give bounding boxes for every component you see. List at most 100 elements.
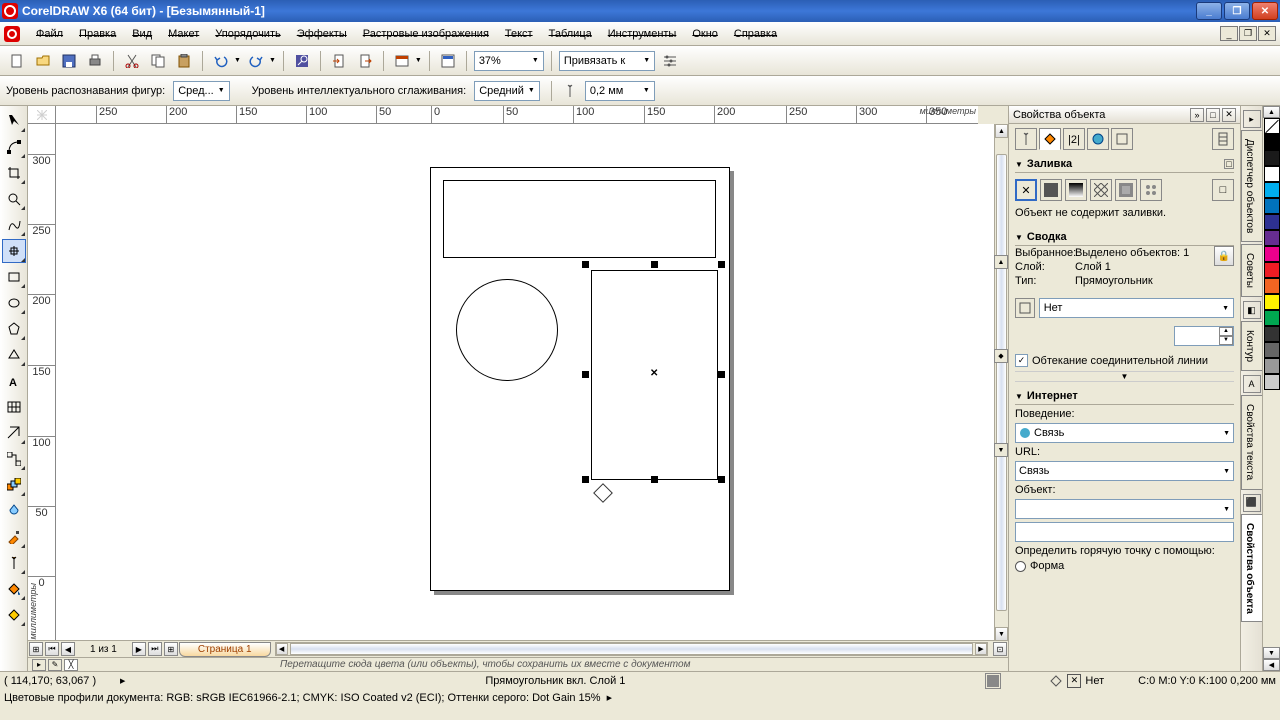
freehand-tool[interactable]	[2, 213, 26, 237]
scroll-left-button[interactable]: ◀	[276, 643, 288, 655]
export-button[interactable]	[354, 50, 376, 72]
options-button[interactable]	[659, 50, 681, 72]
fill-section-options-button[interactable]: □	[1224, 159, 1234, 169]
undo-button[interactable]	[210, 50, 232, 72]
color-swatch[interactable]	[1264, 342, 1280, 358]
search-button[interactable]	[291, 50, 313, 72]
prev-page-button[interactable]: ◀	[61, 642, 75, 656]
polygon-tool[interactable]	[2, 317, 26, 341]
color-swatch[interactable]	[1264, 374, 1280, 390]
navigator-button[interactable]: ⊡	[993, 642, 1007, 656]
no-color-swatch[interactable]	[1264, 118, 1280, 134]
palette-up-button[interactable]: ▲	[1263, 106, 1280, 118]
zoom-level-select[interactable]: 37%▼	[474, 51, 544, 71]
nav-up-icon[interactable]: ▲	[994, 255, 1008, 269]
wrap-offset-spinner[interactable]: ▲▼	[1174, 326, 1234, 346]
color-swatch[interactable]	[1264, 326, 1280, 342]
palette-no-color[interactable]: ╳	[64, 659, 78, 671]
palette-flyout-button[interactable]: ◀	[1263, 659, 1280, 671]
transparency-tool[interactable]	[2, 499, 26, 523]
color-swatch[interactable]	[1264, 214, 1280, 230]
text-tool[interactable]: A	[2, 369, 26, 393]
save-button[interactable]	[58, 50, 80, 72]
connector-tool[interactable]	[2, 447, 26, 471]
lock-button[interactable]: 🔒	[1214, 246, 1234, 266]
frame-tab[interactable]	[1111, 128, 1133, 150]
no-fill-button[interactable]: ✕	[1015, 179, 1037, 201]
character-tab[interactable]: |2|	[1063, 128, 1085, 150]
text-props-tab[interactable]: Свойства текста	[1241, 395, 1262, 489]
open-button[interactable]	[32, 50, 54, 72]
scroll-right-button[interactable]: ▶	[975, 643, 987, 655]
scroll-down-button[interactable]: ▼	[995, 627, 1008, 641]
redo-dropdown-icon[interactable]: ▼	[269, 57, 276, 64]
page-tab[interactable]: Страница 1	[179, 642, 271, 657]
close-button[interactable]: ✕	[1252, 2, 1278, 20]
color-swatch[interactable]	[1264, 358, 1280, 374]
import-button[interactable]	[328, 50, 350, 72]
basic-shapes-tool[interactable]	[2, 343, 26, 367]
summary-toggle-icon[interactable]: ▼	[1015, 233, 1023, 242]
selection-handle[interactable]	[582, 476, 589, 483]
postscript-fill-button[interactable]	[1140, 179, 1162, 201]
color-swatch[interactable]	[1264, 262, 1280, 278]
docker-tab-arrow-icon[interactable]: ▸	[1243, 110, 1261, 128]
shape-ellipse[interactable]	[456, 279, 558, 381]
next-page-button[interactable]: ▶	[132, 642, 146, 656]
wrap-style-select[interactable]: Нет▼	[1039, 298, 1234, 318]
color-swatch[interactable]	[1264, 182, 1280, 198]
section-collapse-button[interactable]: ▼	[1015, 371, 1234, 382]
app-menu-icon[interactable]	[4, 26, 20, 42]
shape-rectangle-1[interactable]	[443, 180, 716, 258]
object-props-tab[interactable]: Свойства объекта	[1241, 514, 1262, 623]
last-page-button[interactable]: ⏭	[148, 642, 162, 656]
eyedropper-tool[interactable]	[2, 525, 26, 549]
texture-fill-button[interactable]	[1115, 179, 1137, 201]
docker-expand-button[interactable]: »	[1190, 108, 1204, 122]
fill-section-toggle-icon[interactable]: ▼	[1015, 160, 1023, 169]
color-swatch[interactable]	[1264, 134, 1280, 150]
wrap-connector-checkbox[interactable]: ✓	[1015, 354, 1028, 367]
docker-maximize-button[interactable]: □	[1206, 108, 1220, 122]
menu-arrange[interactable]: Упорядочить	[207, 25, 288, 43]
menu-edit[interactable]: Правка	[71, 25, 124, 43]
fill-tab[interactable]	[1039, 128, 1061, 150]
shape-recog-select[interactable]: Сред...▼	[173, 81, 229, 101]
shape-radio[interactable]	[1015, 561, 1026, 572]
rectangle-tool[interactable]	[2, 265, 26, 289]
crop-tool[interactable]	[2, 161, 26, 185]
uniform-fill-button[interactable]	[1040, 179, 1062, 201]
publish-dropdown-icon[interactable]: ▼	[415, 57, 422, 64]
color-proof-button[interactable]	[985, 673, 1001, 689]
outline-docker-tab[interactable]: Контур	[1241, 321, 1262, 371]
nav-down-icon[interactable]: ▼	[994, 443, 1008, 457]
menu-view[interactable]: Вид	[124, 25, 160, 43]
color-swatch[interactable]	[1264, 310, 1280, 326]
table-tool[interactable]	[2, 395, 26, 419]
profile-menu-icon[interactable]: ▶	[607, 694, 612, 702]
selection-handle[interactable]	[718, 476, 725, 483]
dimension-tool[interactable]	[2, 421, 26, 445]
object-select[interactable]: ▼	[1015, 499, 1234, 519]
smooth-select[interactable]: Средний▼	[474, 81, 540, 101]
copy-button[interactable]	[147, 50, 169, 72]
horizontal-ruler[interactable]: 250 200 150 100 50 0 50 100 150 200 250 …	[56, 106, 978, 124]
text-props-icon[interactable]: A	[1243, 375, 1261, 393]
fill-tool[interactable]	[2, 577, 26, 601]
internet-toggle-icon[interactable]: ▼	[1015, 392, 1023, 401]
fountain-fill-button[interactable]	[1065, 179, 1087, 201]
menu-window[interactable]: Окно	[684, 25, 726, 43]
docker-close-button[interactable]: ✕	[1222, 108, 1236, 122]
selection-center-icon[interactable]: ✕	[650, 368, 658, 379]
selection-handle[interactable]	[718, 261, 725, 268]
alt-text-input[interactable]	[1015, 522, 1234, 542]
print-button[interactable]	[84, 50, 106, 72]
menu-bitmaps[interactable]: Растровые изображения	[355, 25, 497, 43]
scroll-up-button[interactable]: ▲	[995, 124, 1008, 138]
menu-text[interactable]: Текст	[497, 25, 541, 43]
outline-pen-tool[interactable]	[2, 551, 26, 575]
outline-tab[interactable]	[1015, 128, 1037, 150]
color-swatch[interactable]	[1264, 294, 1280, 310]
color-swatch[interactable]	[1264, 166, 1280, 182]
shape-tool[interactable]	[2, 135, 26, 159]
